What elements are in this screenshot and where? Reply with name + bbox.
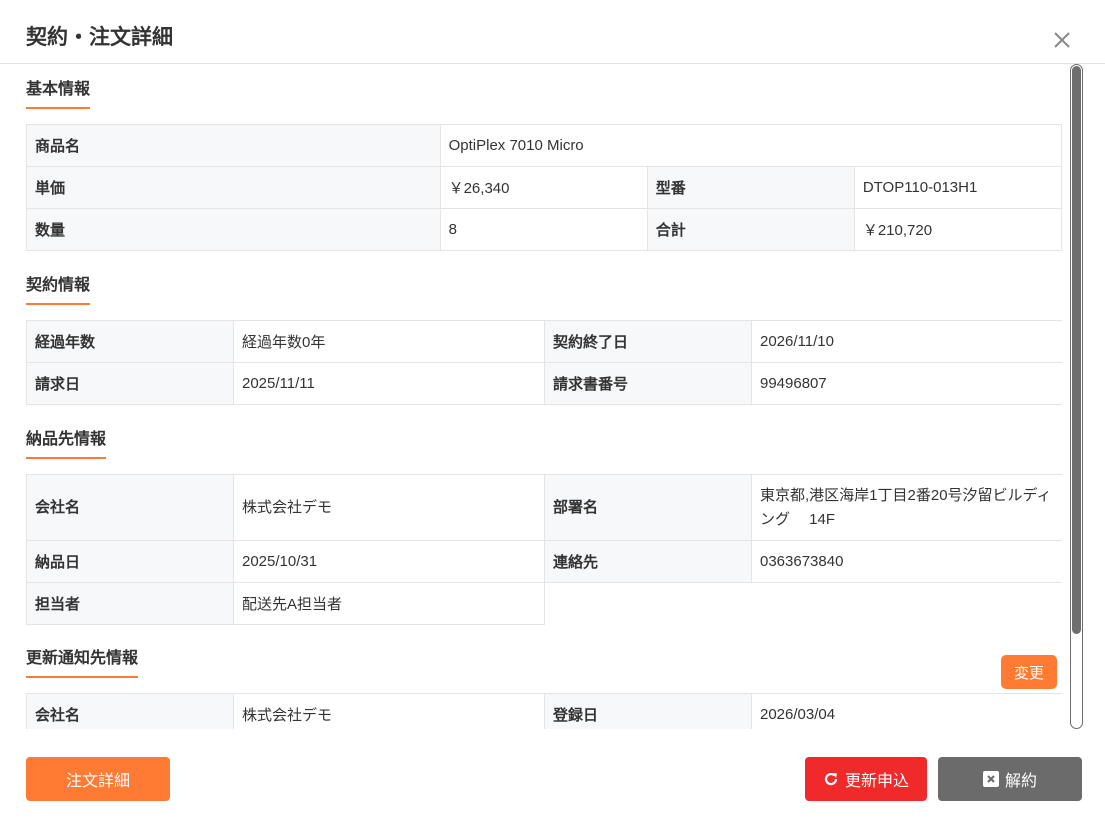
elapsed-years-label: 経過年数 <box>26 320 234 363</box>
cancel-contract-label: 解約 <box>1004 773 1037 790</box>
dialog-body: 基本情報 商品名 OptiPlex 7010 Micro 単価 ￥26,340 … <box>26 64 1062 729</box>
invoice-number-value: 99496807 <box>751 362 1062 405</box>
renewal-info-table: 会社名 株式会社デモ 登録日 2026/03/04 <box>26 693 1062 729</box>
delivery-company-label: 会社名 <box>26 474 234 541</box>
billing-date-label: 請求日 <box>26 362 234 405</box>
department-value: 東京都,港区海岸1丁目2番20号汐留ビルディング 14F <box>751 474 1062 541</box>
vertical-scrollbar[interactable] <box>1070 64 1083 729</box>
elapsed-years-value: 経過年数0年 <box>233 320 545 363</box>
section-title-basic: 基本情報 <box>26 79 91 109</box>
model-value: DTOP110-013H1 <box>853 166 1062 209</box>
department-label: 部署名 <box>544 474 752 541</box>
section-title-contract: 契約情報 <box>26 275 91 305</box>
table-row: 担当者 配送先A担当者 <box>26 582 1063 625</box>
table-row: 商品名 OptiPlex 7010 Micro <box>26 124 1062 167</box>
contact-value: 0363673840 <box>751 540 1062 583</box>
renewal-company-value: 株式会社デモ <box>233 693 545 729</box>
product-name-label: 商品名 <box>26 124 441 167</box>
renew-label: 更新申込 <box>844 773 909 790</box>
contact-label: 連絡先 <box>544 540 752 583</box>
empty-cell <box>752 583 1063 625</box>
total-value: ￥210,720 <box>853 208 1062 251</box>
product-name-value: OptiPlex 7010 Micro <box>439 124 1062 167</box>
table-row: 経過年数 経過年数0年 契約終了日 2026/11/10 <box>26 320 1062 363</box>
dialog-title: 契約・注文詳細 <box>26 26 173 49</box>
dialog-header: 契約・注文詳細 <box>0 0 1105 64</box>
quantity-label: 数量 <box>26 208 441 251</box>
model-label: 型番 <box>646 166 855 209</box>
close-button[interactable] <box>1050 28 1074 52</box>
delivery-date-value: 2025/10/31 <box>233 540 545 583</box>
renew-button[interactable]: 更新申込 <box>805 757 927 801</box>
delivery-date-label: 納品日 <box>26 540 234 583</box>
dialog-footer: 注文詳細 更新申込 解約 <box>0 729 1105 822</box>
registered-date-value: 2026/03/04 <box>751 693 1062 729</box>
invoice-number-label: 請求書番号 <box>544 362 752 405</box>
basic-info-table: 商品名 OptiPlex 7010 Micro 単価 ￥26,340 型番 DT… <box>26 124 1062 251</box>
billing-date-value: 2025/11/11 <box>233 362 545 405</box>
registered-date-label: 登録日 <box>544 693 752 729</box>
unit-price-label: 単価 <box>26 166 441 209</box>
person-value: 配送先A担当者 <box>233 582 545 625</box>
delivery-company-value: 株式会社デモ <box>233 474 545 541</box>
table-row: 納品日 2025/10/31 連絡先 0363673840 <box>26 540 1062 583</box>
section-title-delivery: 納品先情報 <box>26 429 107 459</box>
table-row: 数量 8 合計 ￥210,720 <box>26 208 1062 251</box>
person-label: 担当者 <box>26 582 234 625</box>
close-icon <box>1054 32 1070 48</box>
quantity-value: 8 <box>439 208 648 251</box>
refresh-icon <box>824 772 838 786</box>
table-row: 会社名 株式会社デモ 部署名 東京都,港区海岸1丁目2番20号汐留ビルディング … <box>26 474 1062 541</box>
change-button[interactable]: 変更 <box>1001 655 1057 689</box>
renewal-company-label: 会社名 <box>26 693 234 729</box>
contract-info-table: 経過年数 経過年数0年 契約終了日 2026/11/10 請求日 2025/11… <box>26 320 1062 405</box>
section-title-renewal: 更新通知先情報 <box>26 648 139 678</box>
order-detail-label: 注文詳細 <box>65 773 130 790</box>
contract-end-label: 契約終了日 <box>544 320 752 363</box>
contract-end-value: 2026/11/10 <box>751 320 1062 363</box>
cancel-contract-button[interactable]: 解約 <box>938 757 1082 801</box>
unit-price-value: ￥26,340 <box>439 166 648 209</box>
table-row: 会社名 株式会社デモ 登録日 2026/03/04 <box>26 693 1062 729</box>
scrollbar-thumb[interactable] <box>1072 66 1081 634</box>
table-row: 単価 ￥26,340 型番 DTOP110-013H1 <box>26 166 1062 209</box>
table-row: 請求日 2025/11/11 請求書番号 99496807 <box>26 362 1062 405</box>
total-label: 合計 <box>646 208 855 251</box>
close-square-icon <box>982 771 999 787</box>
empty-cell <box>545 583 752 625</box>
order-detail-button[interactable]: 注文詳細 <box>26 757 170 801</box>
delivery-info-table: 会社名 株式会社デモ 部署名 東京都,港区海岸1丁目2番20号汐留ビルディング … <box>26 474 1062 625</box>
